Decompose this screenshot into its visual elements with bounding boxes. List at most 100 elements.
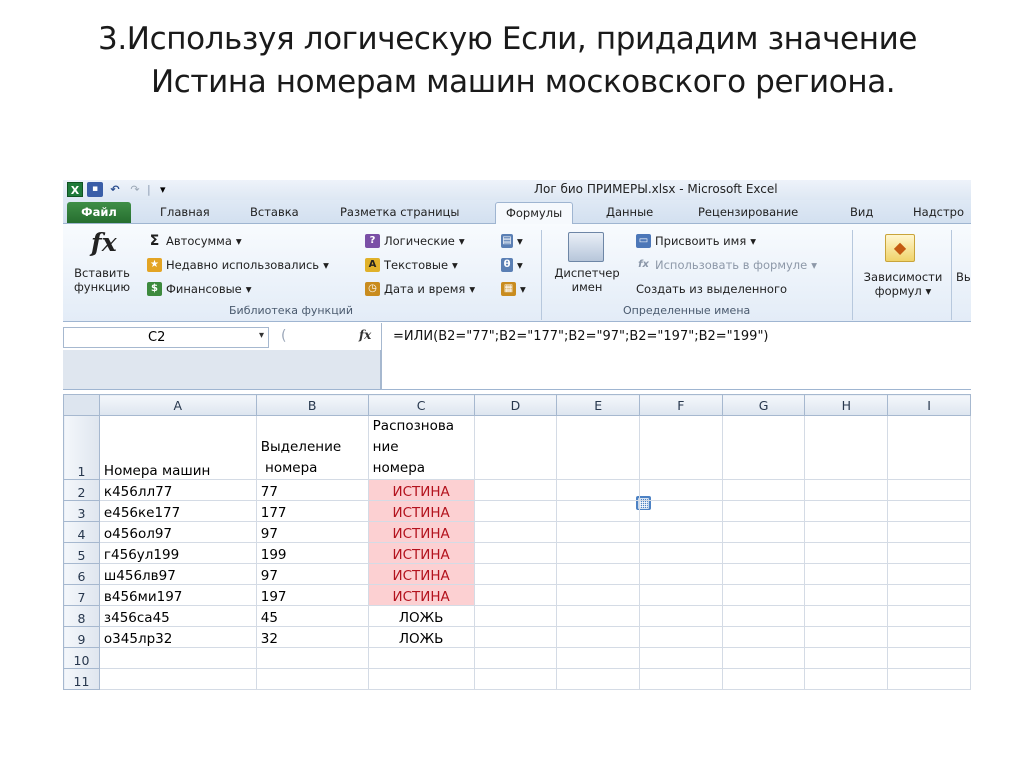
row-header[interactable]: 9: [63, 626, 100, 648]
cell[interactable]: [721, 584, 806, 606]
cell-plate-number[interactable]: з456са45: [98, 605, 257, 627]
cell[interactable]: [887, 584, 971, 606]
cell-region-code[interactable]: 197: [255, 584, 369, 606]
cell[interactable]: [887, 563, 971, 585]
cell[interactable]: [804, 668, 889, 690]
create-from-selection-button[interactable]: ▦ Создать из выделенного: [636, 282, 787, 510]
column-header[interactable]: H: [804, 394, 889, 416]
cell-plate-number[interactable]: к456лл77: [98, 479, 257, 501]
column-header[interactable]: I: [887, 394, 971, 416]
insert-function-icon[interactable]: fx: [91, 228, 117, 257]
cell-region-code[interactable]: 32: [255, 626, 369, 648]
row-header[interactable]: 5: [63, 542, 100, 564]
tab-home[interactable]: Главная: [160, 205, 210, 219]
customize-qat-icon[interactable]: ▾: [155, 182, 171, 197]
more-functions-button[interactable]: ▦ ▾: [501, 282, 526, 296]
cell-region-code[interactable]: 97: [255, 521, 369, 543]
cell[interactable]: [721, 521, 806, 543]
cell[interactable]: [473, 521, 558, 543]
cell-recognition-result[interactable]: [367, 668, 475, 690]
cell[interactable]: [721, 647, 806, 669]
cell-recognition-result[interactable]: ЛОЖЬ: [367, 605, 475, 627]
cell[interactable]: [473, 542, 558, 564]
column-header[interactable]: C: [367, 394, 475, 416]
cell[interactable]: [887, 647, 971, 669]
cell-region-code[interactable]: [255, 668, 369, 690]
cell[interactable]: [804, 584, 889, 606]
cell[interactable]: [804, 479, 889, 501]
tab-data[interactable]: Данные: [606, 205, 653, 219]
cell[interactable]: [639, 605, 723, 627]
cell[interactable]: [556, 479, 641, 501]
cell-plate-number[interactable]: г456ул199: [98, 542, 257, 564]
cell[interactable]: [721, 500, 806, 522]
cell-plate-number[interactable]: ш456лв97: [98, 563, 257, 585]
name-box[interactable]: C2 ▾: [63, 327, 269, 348]
cell[interactable]: [556, 626, 641, 648]
cell[interactable]: [887, 668, 971, 690]
header-cell[interactable]: Номера машин: [98, 415, 257, 480]
cell[interactable]: [804, 605, 889, 627]
redo-icon[interactable]: ↷: [127, 182, 143, 197]
cell[interactable]: [473, 584, 558, 606]
cell[interactable]: [639, 542, 723, 564]
cell[interactable]: [473, 563, 558, 585]
cell-region-code[interactable]: 177: [255, 500, 369, 522]
cell[interactable]: [639, 647, 723, 669]
cell[interactable]: [721, 626, 806, 648]
name-manager-button[interactable]: Диспетчер имен: [547, 266, 627, 294]
cell-region-code[interactable]: [255, 647, 369, 669]
save-icon[interactable]: ▪: [87, 182, 103, 197]
formula-input[interactable]: =ИЛИ(B2="77";B2="177";B2="97";B2="197";B…: [393, 329, 769, 344]
row-header[interactable]: 1: [63, 415, 100, 480]
cell[interactable]: [887, 479, 971, 501]
cell-region-code[interactable]: 199: [255, 542, 369, 564]
cell[interactable]: [721, 415, 806, 480]
cell[interactable]: [804, 521, 889, 543]
column-header[interactable]: D: [473, 394, 558, 416]
cell-recognition-result[interactable]: ИСТИНА: [367, 563, 475, 585]
fx-icon[interactable]: fx: [359, 328, 371, 342]
math-button[interactable]: θ ▾: [501, 258, 523, 272]
row-header[interactable]: 8: [63, 605, 100, 627]
excel-logo-icon[interactable]: X: [67, 182, 83, 197]
cell[interactable]: [887, 542, 971, 564]
logical-button[interactable]: ? Логические ▾: [365, 234, 465, 248]
lookup-button[interactable]: ▤ ▾: [501, 234, 523, 248]
financial-button[interactable]: $ Финансовые ▾: [147, 282, 252, 296]
cell[interactable]: [639, 500, 723, 522]
column-header[interactable]: B: [255, 394, 369, 416]
column-header[interactable]: E: [556, 394, 641, 416]
cell-plate-number[interactable]: о345лр32: [98, 626, 257, 648]
dependencies-button[interactable]: Зависимости формул ▾: [857, 270, 949, 298]
undo-icon[interactable]: ↶: [107, 182, 123, 197]
cell[interactable]: [556, 521, 641, 543]
cell[interactable]: [556, 584, 641, 606]
cell[interactable]: [473, 626, 558, 648]
row-header[interactable]: 10: [63, 647, 100, 669]
row-header[interactable]: 7: [63, 584, 100, 606]
insert-function-button[interactable]: Вставить функцию: [69, 266, 135, 294]
tab-insert[interactable]: Вставка: [250, 205, 299, 219]
use-in-formula-button[interactable]: fx Использовать в формуле ▾: [636, 258, 817, 272]
cell-recognition-result[interactable]: ИСТИНА: [367, 521, 475, 543]
cell[interactable]: [639, 521, 723, 543]
cell[interactable]: [556, 668, 641, 690]
cell[interactable]: [473, 605, 558, 627]
cell-recognition-result[interactable]: [367, 647, 475, 669]
cell[interactable]: [804, 542, 889, 564]
calculation-button[interactable]: Вь: [956, 270, 971, 284]
cell[interactable]: [804, 563, 889, 585]
cell-region-code[interactable]: 97: [255, 563, 369, 585]
cell[interactable]: [887, 500, 971, 522]
cell[interactable]: [473, 415, 558, 480]
warning-icon[interactable]: ◆: [885, 234, 915, 262]
tab-review[interactable]: Рецензирование: [698, 205, 798, 219]
cell-region-code[interactable]: 45: [255, 605, 369, 627]
cell[interactable]: [639, 563, 723, 585]
cell[interactable]: [556, 605, 641, 627]
cell[interactable]: [639, 668, 723, 690]
cell[interactable]: [639, 626, 723, 648]
cell[interactable]: [721, 479, 806, 501]
cell[interactable]: [887, 415, 971, 480]
